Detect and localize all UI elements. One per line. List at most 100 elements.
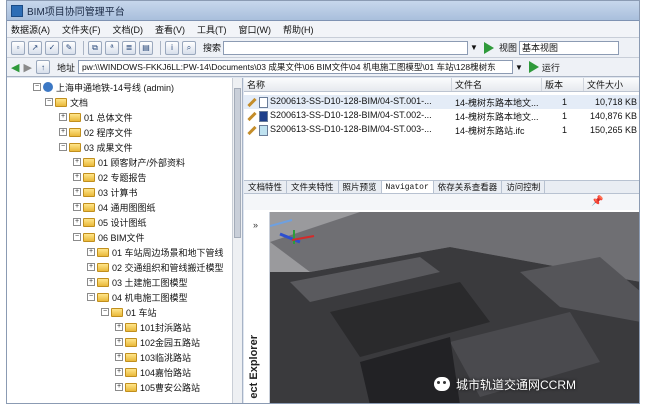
collapse-icon[interactable]: − — [73, 233, 81, 241]
expand-icon[interactable]: + — [115, 353, 123, 361]
navis-file-icon — [259, 110, 268, 122]
run-icon[interactable] — [528, 61, 539, 73]
tree-node[interactable]: + 105曹安公路站 — [115, 380, 200, 394]
tree-node[interactable]: + 05 设计图纸 — [73, 215, 147, 229]
search-dropdown-icon[interactable]: ▼ — [470, 43, 478, 52]
tab-dependency-viewer[interactable]: 依存关系查看器 — [434, 181, 503, 193]
tree-label: 102金园五路站 — [140, 337, 201, 348]
tab-photo-preview[interactable]: 照片预览 — [339, 181, 382, 193]
collapse-icon[interactable]: − — [45, 98, 53, 106]
document-row[interactable]: S200613-SS-D10-128-BIM/04-ST.002-... 14-… — [244, 109, 639, 123]
rename-icon[interactable]: ª — [105, 40, 119, 55]
menu-window[interactable]: 窗口(W) — [239, 23, 272, 36]
menu-document[interactable]: 文档(D) — [113, 23, 144, 36]
tree-scrollbar[interactable] — [232, 78, 242, 403]
expand-icon[interactable]: + — [73, 173, 81, 181]
folder-up-icon[interactable]: ↑ — [35, 60, 50, 74]
tab-document-properties[interactable]: 文档特性 — [244, 181, 288, 193]
run-button[interactable]: 运行 — [542, 61, 560, 74]
tree-node[interactable]: + 01 顾客财产/外部资料 — [73, 155, 185, 169]
expand-icon[interactable]: + — [115, 368, 123, 376]
tree-label: 02 专题报告 — [98, 172, 147, 183]
collapse-icon[interactable]: − — [33, 83, 41, 91]
tree-node[interactable]: + 02 专题报告 — [73, 170, 147, 184]
open-document-icon[interactable]: ↗ — [28, 40, 42, 55]
column-version[interactable]: 版本 — [542, 78, 584, 91]
expand-icon[interactable]: + — [59, 128, 67, 136]
menu-folder[interactable]: 文件夹(F) — [62, 23, 101, 36]
back-icon[interactable]: ◀ — [11, 61, 19, 74]
check-out-icon[interactable]: ✎ — [62, 40, 76, 55]
view-select[interactable]: 基本视图 — [518, 40, 619, 55]
new-document-icon[interactable]: ▫ — [11, 40, 25, 55]
document-row[interactable]: S200613-SS-D10-128-BIM/04-ST.003-... 14-… — [244, 123, 639, 137]
expand-icon[interactable]: + — [115, 338, 123, 346]
expand-icon[interactable]: + — [87, 263, 95, 271]
tree-node[interactable]: + 01 车站周边场景和地下管线 — [87, 245, 224, 259]
expand-icon[interactable]: + — [115, 383, 123, 391]
explorer-label[interactable]: ect Explorer — [248, 335, 260, 399]
check-in-icon[interactable]: ✓ — [45, 40, 59, 55]
document-name: S200613-SS-D10-128-BIM/04-ST.003-... — [270, 124, 432, 135]
document-version: 1 — [561, 125, 567, 135]
tree-node[interactable]: + 04 通用图图纸 — [73, 200, 156, 214]
menu-tools[interactable]: 工具(T) — [197, 23, 227, 36]
view-select-value: 基本视图 — [521, 43, 558, 53]
menu-view[interactable]: 查看(V) — [155, 23, 185, 36]
search-input[interactable] — [223, 40, 469, 55]
checked-out-icon — [247, 111, 257, 121]
tree-node[interactable]: − 04 机电施工图模型 — [87, 290, 188, 304]
expand-icon[interactable]: + — [59, 113, 67, 121]
tree-node[interactable]: + 103临洮路站 — [115, 350, 191, 364]
copy-icon[interactable]: ⧉ — [88, 40, 102, 55]
folder-icon — [83, 202, 95, 212]
expand-icon[interactable]: + — [73, 203, 81, 211]
list-view-icon[interactable]: ≣ — [122, 40, 136, 55]
expand-icon[interactable]: + — [115, 323, 123, 331]
document-version: 1 — [561, 111, 567, 121]
tree-node[interactable]: + 01 总体文件 — [59, 110, 133, 124]
expand-icon[interactable]: + — [87, 278, 95, 286]
column-name[interactable]: 名称 — [244, 78, 452, 91]
folder-icon — [97, 277, 109, 287]
document-row[interactable]: S200613-SS-D10-128-BIM/04-ST.001-... 14-… — [244, 95, 639, 109]
collapse-icon[interactable]: − — [59, 143, 67, 151]
address-input[interactable]: pw:\\WINDOWS-FKKJ6LL:PW-14\Documents\03 … — [77, 60, 513, 74]
collapse-icon[interactable]: − — [101, 308, 109, 316]
tree-node[interactable]: − 01 车站 — [101, 305, 157, 319]
info-icon[interactable]: i — [165, 40, 179, 55]
tree-root[interactable]: − 上海申通地铁-14号线 (admin) — [33, 80, 174, 94]
forward-icon[interactable]: ▶ — [23, 61, 31, 74]
expand-icon[interactable]: + — [87, 248, 95, 256]
column-filename[interactable]: 文件名 — [452, 78, 542, 91]
menu-help[interactable]: 帮助(H) — [283, 23, 314, 36]
find-icon[interactable]: ⌕ — [182, 40, 196, 55]
column-filesize[interactable]: 文件大小 — [584, 78, 639, 91]
tab-folder-properties[interactable]: 文件夹特性 — [287, 181, 339, 193]
tree-node[interactable]: + 102金园五路站 — [115, 335, 200, 349]
collapse-icon[interactable]: − — [87, 293, 95, 301]
search-go-icon[interactable] — [483, 41, 494, 54]
tree-node[interactable]: + 104嘉怡路站 — [115, 365, 191, 379]
tree-node[interactable]: + 03 土建施工图模型 — [87, 275, 188, 289]
menu-datasource[interactable]: 数据源(A) — [11, 23, 50, 36]
tree-node[interactable]: + 02 程序文件 — [59, 125, 133, 139]
tab-navigator[interactable]: Navigator — [381, 181, 434, 193]
tree-node[interactable]: + 02 交通组织和管线搬迁模型 — [87, 260, 224, 274]
tree-node[interactable]: + 03 计算书 — [73, 185, 138, 199]
tree-node[interactable]: − 03 成果文件 — [59, 140, 133, 154]
details-view-icon[interactable]: ▤ — [139, 40, 153, 55]
pin-icon[interactable]: 📌 — [591, 196, 603, 207]
folder-icon — [69, 127, 81, 137]
tree-node[interactable]: − 06 BIM文件 — [73, 230, 145, 244]
address-dropdown-icon[interactable]: ▼ — [515, 63, 523, 72]
tree-scroll-thumb[interactable] — [234, 88, 241, 238]
tab-access-control[interactable]: 访问控制 — [502, 181, 546, 193]
tree-node[interactable]: − 文档 — [45, 95, 88, 109]
expand-icon[interactable]: + — [73, 188, 81, 196]
expand-icon[interactable]: + — [73, 218, 81, 226]
checked-out-icon — [247, 97, 257, 107]
tree-node[interactable]: + 101封浜路站 — [115, 320, 191, 334]
expand-icon[interactable]: + — [73, 158, 81, 166]
expand-panel-icon[interactable]: » — [253, 220, 258, 230]
